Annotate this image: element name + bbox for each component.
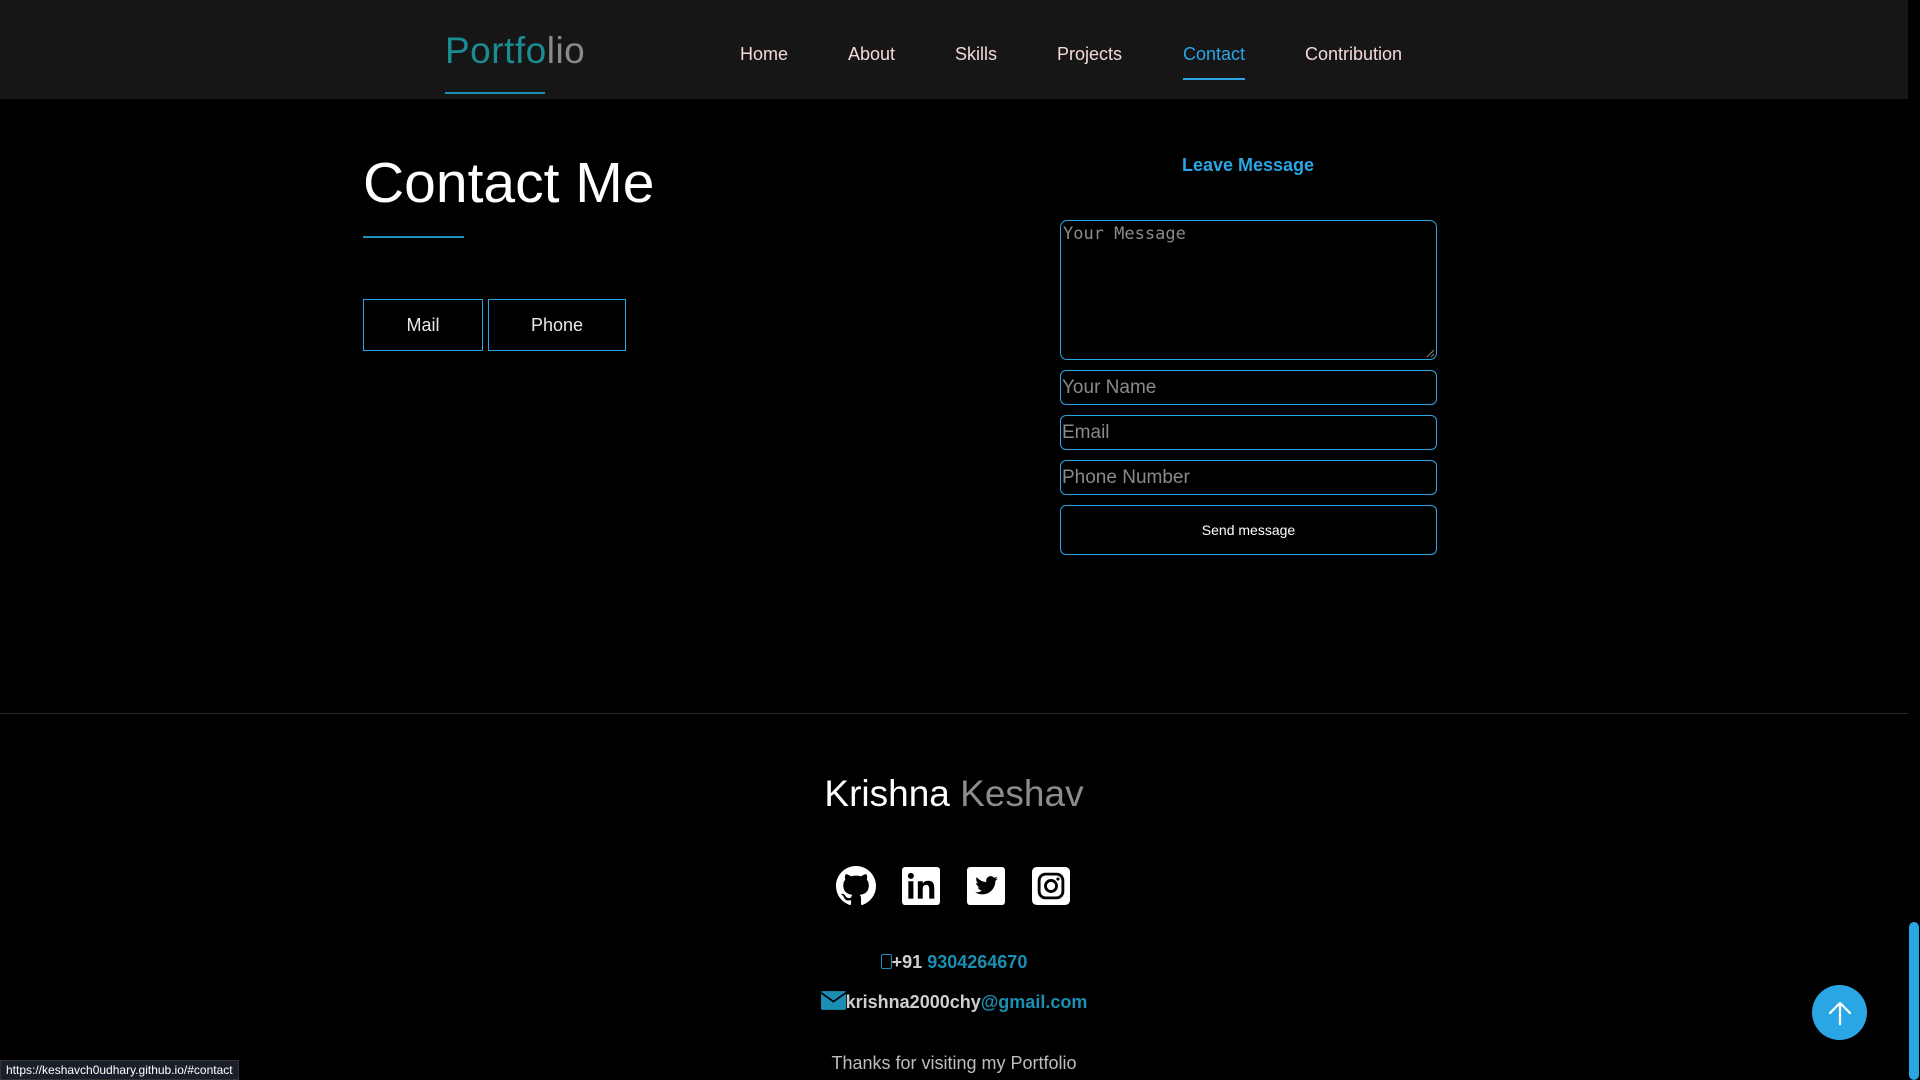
nav-about[interactable]: About bbox=[848, 44, 895, 65]
footer-email: krishna2000chy@gmail.com bbox=[0, 991, 1908, 1013]
github-icon bbox=[836, 866, 876, 906]
phone-tab-button[interactable]: Phone bbox=[488, 299, 626, 351]
logo-underline bbox=[445, 92, 545, 94]
linkedin-link[interactable] bbox=[900, 865, 942, 907]
contact-title-underline bbox=[363, 236, 464, 238]
github-link[interactable] bbox=[835, 865, 877, 907]
twitter-link[interactable] bbox=[965, 865, 1007, 907]
navbar: Portfolio Home About Skills Projects Con… bbox=[0, 0, 1908, 99]
leave-message-title: Leave Message bbox=[1181, 155, 1315, 175]
phone-number-link[interactable]: 9304264670 bbox=[927, 952, 1027, 972]
nav-contribution[interactable]: Contribution bbox=[1305, 44, 1402, 65]
nav-home[interactable]: Home bbox=[740, 44, 788, 65]
name-input[interactable] bbox=[1060, 370, 1437, 405]
mail-tab-button[interactable]: Mail bbox=[363, 299, 483, 351]
nav-skills[interactable]: Skills bbox=[955, 44, 997, 65]
scrollbar-thumb[interactable] bbox=[1909, 922, 1919, 1080]
nav-contact[interactable]: Contact bbox=[1183, 44, 1245, 65]
message-textarea[interactable] bbox=[1060, 220, 1437, 360]
instagram-icon bbox=[1032, 867, 1070, 905]
footer-phone: +91 9304264670 bbox=[0, 952, 1908, 973]
scrollbar-track[interactable] bbox=[1908, 0, 1920, 1080]
nav-active-indicator bbox=[1183, 78, 1245, 80]
twitter-icon bbox=[967, 867, 1005, 905]
logo-part-1: Portfo bbox=[445, 30, 547, 71]
send-message-button[interactable]: Send message bbox=[1060, 505, 1437, 555]
footer-first-name: Krishna bbox=[824, 773, 950, 814]
status-bar-url: https://keshavch0udhary.github.io/#conta… bbox=[0, 1060, 239, 1080]
phone-prefix: +91 bbox=[891, 952, 923, 972]
logo-part-2: lio bbox=[546, 30, 586, 71]
linkedin-icon bbox=[902, 867, 940, 905]
resize-handle-icon[interactable] bbox=[1426, 349, 1435, 358]
arrow-up-icon bbox=[1828, 1001, 1851, 1025]
phone-input[interactable] bbox=[1060, 460, 1437, 495]
instagram-link[interactable] bbox=[1030, 865, 1072, 907]
scroll-to-top-button[interactable] bbox=[1812, 985, 1867, 1040]
phone-icon bbox=[880, 954, 892, 969]
contact-title: Contact Me bbox=[363, 151, 655, 215]
envelope-icon bbox=[820, 991, 847, 1010]
email-user: krishna2000chy bbox=[845, 992, 981, 1012]
nav-projects[interactable]: Projects bbox=[1057, 44, 1122, 65]
logo[interactable]: Portfolio bbox=[445, 30, 585, 72]
thanks-message: Thanks for visiting my Portfolio bbox=[831, 1053, 1077, 1073]
footer-name: Krishna Keshav bbox=[0, 773, 1908, 815]
email-domain-link[interactable]: @gmail.com bbox=[981, 992, 1088, 1012]
footer-divider bbox=[0, 713, 1908, 714]
email-input[interactable] bbox=[1060, 415, 1437, 450]
footer-last-name: Keshav bbox=[960, 773, 1084, 814]
